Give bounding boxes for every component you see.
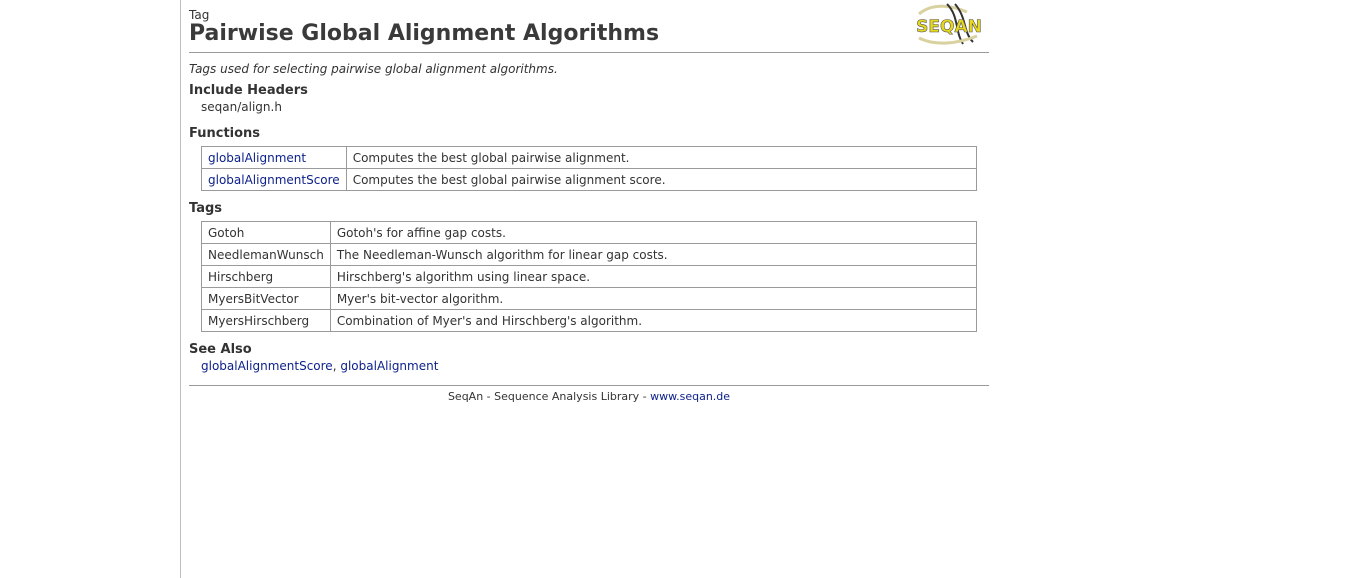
page-description: Tags used for selecting pairwise global … bbox=[189, 62, 558, 76]
table-row: NeedlemanWunsch The Needleman-Wunsch alg… bbox=[201, 243, 978, 266]
see-also-link-globalalignment[interactable]: globalAlignment bbox=[340, 359, 438, 373]
function-name-cell: globalAlignment bbox=[201, 146, 347, 169]
tag-desc-cell: Combination of Myer's and Hirschberg's a… bbox=[329, 309, 978, 332]
tag-desc-cell: Hirschberg's algorithm using linear spac… bbox=[329, 265, 978, 288]
include-headers-heading: Include Headers bbox=[189, 83, 308, 98]
tag-desc-cell: The Needleman-Wunsch algorithm for linea… bbox=[329, 243, 978, 266]
see-also-links: globalAlignmentScore, globalAlignment bbox=[201, 359, 989, 373]
see-also-heading: See Also bbox=[189, 342, 252, 357]
tag-name-cell: MyersHirschberg bbox=[201, 309, 331, 332]
function-link-globalalignment[interactable]: globalAlignment bbox=[208, 151, 306, 165]
tag-name-cell: Hirschberg bbox=[201, 265, 331, 288]
function-link-globalalignmentscore[interactable]: globalAlignmentScore bbox=[208, 173, 340, 187]
seqan-logo: SEQAN bbox=[916, 3, 982, 45]
include-file: seqan/align.h bbox=[201, 100, 282, 114]
page-title: Pairwise Global Alignment Algorithms bbox=[189, 21, 660, 46]
entity-kind: Tag bbox=[189, 8, 210, 22]
page-header: Tag Pairwise Global Alignment Algorithms… bbox=[189, 0, 989, 53]
tag-name-cell: Gotoh bbox=[201, 221, 331, 244]
footer-text: SeqAn - Sequence Analysis Library - bbox=[447, 390, 651, 403]
page-footer: SeqAn - Sequence Analysis Library - www.… bbox=[189, 385, 989, 403]
tag-name-cell: MyersBitVector bbox=[201, 287, 331, 310]
table-row: globalAlignmentScore Computes the best g… bbox=[201, 168, 978, 191]
tags-heading: Tags bbox=[189, 201, 223, 216]
table-row: MyersHirschberg Combination of Myer's an… bbox=[201, 309, 978, 332]
doc-page: Tag Pairwise Global Alignment Algorithms… bbox=[189, 0, 989, 403]
function-name-cell: globalAlignmentScore bbox=[201, 168, 347, 191]
table-row: globalAlignment Computes the best global… bbox=[201, 146, 978, 169]
functions-table: globalAlignment Computes the best global… bbox=[201, 146, 978, 191]
footer-link-seqan[interactable]: www.seqan.de bbox=[650, 390, 730, 403]
function-desc-cell: Computes the best global pairwise alignm… bbox=[345, 168, 978, 191]
see-also-link-globalalignmentscore[interactable]: globalAlignmentScore bbox=[201, 359, 333, 373]
functions-heading: Functions bbox=[189, 126, 261, 141]
table-row: Gotoh Gotoh's for affine gap costs. bbox=[201, 221, 978, 244]
tag-name-cell: NeedlemanWunsch bbox=[201, 243, 331, 266]
tag-desc-cell: Myer's bit-vector algorithm. bbox=[329, 287, 978, 310]
function-desc-cell: Computes the best global pairwise alignm… bbox=[345, 146, 978, 169]
tags-table: Gotoh Gotoh's for affine gap costs. Need… bbox=[201, 221, 978, 332]
table-row: Hirschberg Hirschberg's algorithm using … bbox=[201, 265, 978, 288]
logo-text: SEQAN bbox=[916, 17, 982, 37]
table-row: MyersBitVector Myer's bit-vector algorit… bbox=[201, 287, 978, 310]
left-margin-rule bbox=[180, 0, 181, 578]
tag-desc-cell: Gotoh's for affine gap costs. bbox=[329, 221, 978, 244]
